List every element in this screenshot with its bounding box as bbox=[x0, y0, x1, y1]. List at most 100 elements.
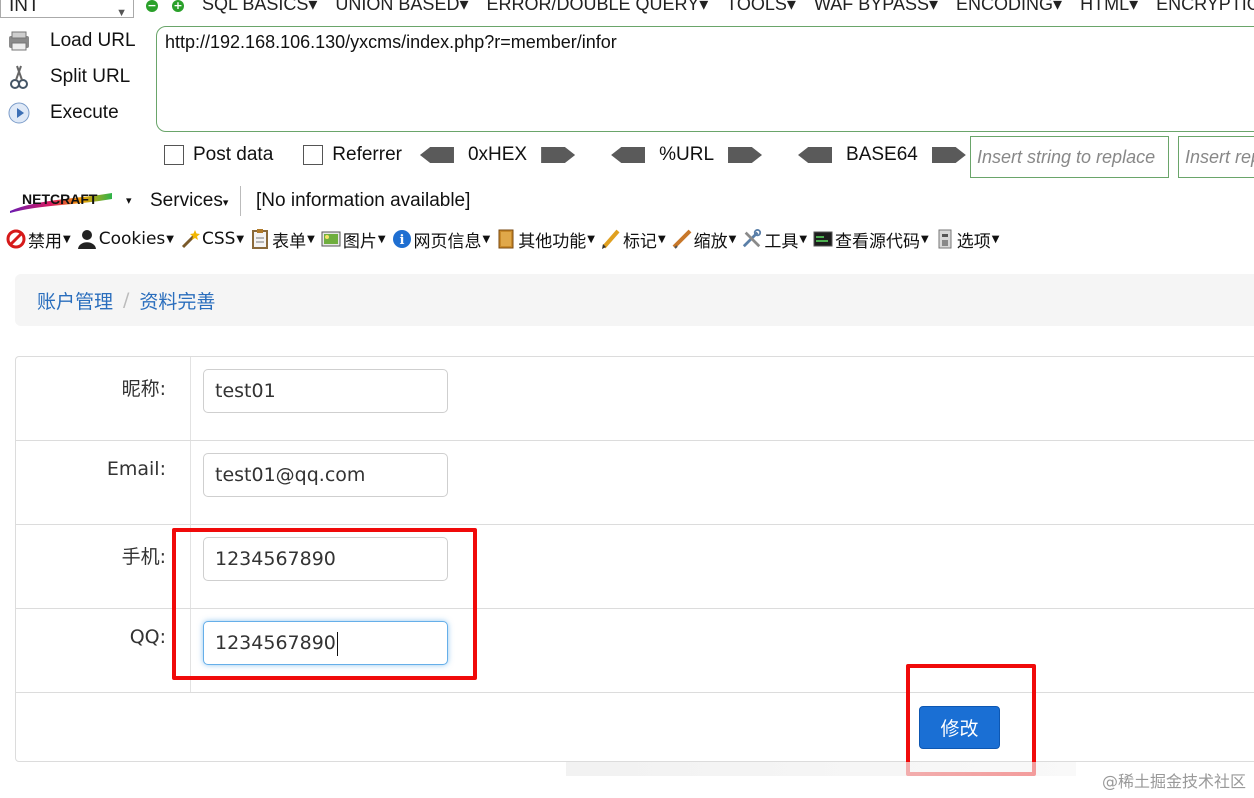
menu-union-based[interactable]: UNION BASED▾ bbox=[335, 0, 468, 15]
load-url-label: Load URL bbox=[50, 30, 136, 51]
chevron-down-icon: ▼ bbox=[307, 233, 315, 245]
devbar-misc-label: 其他功能 bbox=[518, 231, 587, 252]
devbar-css-label: CSS bbox=[201, 229, 236, 249]
devbar-tools-menu[interactable]: 工具 ▼ bbox=[742, 227, 807, 252]
base64-encode-arrow-icon[interactable] bbox=[931, 147, 966, 163]
menu-tools[interactable]: TOOLS▾ bbox=[726, 0, 796, 15]
devbar-info-label: 网页信息 bbox=[413, 231, 482, 252]
devbar-tools-label: 工具 bbox=[764, 231, 799, 252]
forbidden-icon bbox=[6, 229, 26, 249]
referrer-label: Referrer bbox=[332, 144, 402, 165]
chevron-down-icon: ▼ bbox=[116, 7, 127, 19]
devbar-disable-menu[interactable]: 禁用 ▼ bbox=[6, 227, 71, 252]
options-icon bbox=[935, 229, 955, 249]
netcraft-logo-icon[interactable]: NETCRAFT bbox=[8, 189, 116, 213]
devbar-outline-label: 标记 bbox=[622, 231, 657, 252]
phone-label: 手机: bbox=[16, 525, 191, 608]
nickname-input[interactable]: test01 bbox=[203, 369, 448, 413]
tools-icon bbox=[742, 229, 762, 249]
chevron-down-icon: ▼ bbox=[587, 233, 595, 245]
nickname-value: test01 bbox=[215, 380, 276, 402]
menu-error-double-query[interactable]: ERROR/DOUBLE QUERY▾ bbox=[486, 0, 708, 15]
menu-sql-basics[interactable]: SQL BASICS▾ bbox=[202, 0, 317, 15]
pencil-icon bbox=[601, 229, 621, 249]
split-url-button[interactable]: Split URL bbox=[6, 64, 130, 90]
nickname-row: 昵称: test01 bbox=[16, 357, 1254, 441]
url-encoder: %URL bbox=[611, 144, 763, 166]
play-icon bbox=[6, 100, 32, 126]
info-icon: i bbox=[392, 229, 412, 249]
breadcrumb-account-link[interactable]: 账户管理 bbox=[37, 287, 113, 314]
hackbar-menu: SQL BASICS▾ UNION BASED▾ ERROR/DOUBLE QU… bbox=[202, 0, 1254, 15]
post-data-checkbox-box[interactable] bbox=[164, 145, 184, 165]
base64-decode-arrow-icon[interactable] bbox=[798, 147, 833, 163]
hackbar-panel: Load URL Split URL Execute http://192.16… bbox=[0, 20, 1254, 182]
devbar-css-menu[interactable]: CSS ▼ bbox=[180, 229, 244, 249]
load-url-button[interactable]: Load URL bbox=[6, 28, 136, 54]
url-value: http://192.168.106.130/yxcms/index.php?r… bbox=[165, 32, 617, 52]
wand-icon bbox=[180, 229, 200, 249]
email-row: Email: test01@qq.com bbox=[16, 441, 1254, 525]
devbar-misc-menu[interactable]: 其他功能 ▼ bbox=[496, 227, 595, 252]
email-input[interactable]: test01@qq.com bbox=[203, 453, 448, 497]
replace-string-input[interactable]: Insert string to replace bbox=[970, 136, 1169, 178]
injection-type-select[interactable]: INT ▼ bbox=[0, 0, 134, 19]
execute-label: Execute bbox=[50, 102, 119, 123]
chevron-down-icon: ▼ bbox=[482, 233, 491, 245]
menu-html[interactable]: HTML▾ bbox=[1080, 0, 1138, 15]
menu-encoding[interactable]: ENCODING▾ bbox=[956, 0, 1062, 15]
devbar-images-menu[interactable]: 图片 ▼ bbox=[321, 227, 386, 252]
referrer-checkbox[interactable]: Referrer bbox=[303, 144, 402, 166]
base64-label: BASE64 bbox=[846, 144, 918, 165]
image-icon bbox=[321, 229, 341, 249]
chevron-down-icon: ▼ bbox=[377, 233, 386, 245]
email-value: test01@qq.com bbox=[215, 464, 366, 486]
post-data-checkbox[interactable]: Post data bbox=[164, 144, 273, 166]
post-data-label: Post data bbox=[193, 144, 274, 165]
base64-encoder: BASE64 bbox=[798, 144, 966, 166]
replace-string-placeholder: Insert string to replace bbox=[977, 147, 1156, 167]
devbar-options-menu[interactable]: 选项 ▼ bbox=[935, 227, 999, 252]
replacing-string-input[interactable]: Insert replacing string bbox=[1178, 136, 1254, 178]
devbar-resize-menu[interactable]: 缩放 ▼ bbox=[672, 227, 736, 252]
url-enc-label: %URL bbox=[659, 144, 715, 165]
execute-button[interactable]: Execute bbox=[6, 100, 119, 126]
plus-icon[interactable]: + bbox=[172, 0, 184, 12]
netcraft-dropdown-icon[interactable]: ▾ bbox=[126, 194, 132, 207]
scissors-icon bbox=[6, 64, 32, 90]
netcraft-logo-text: NETCRAFT bbox=[22, 191, 98, 207]
menu-encryption[interactable]: ENCRYPTION▾ bbox=[1156, 0, 1254, 15]
devbar-info-menu[interactable]: i 网页信息 ▼ bbox=[392, 227, 491, 252]
hex-encoder: 0xHEX bbox=[419, 144, 576, 166]
user-icon bbox=[77, 229, 97, 249]
hackbar-menu-strip: INT ▼ − + SQL BASICS▾ UNION BASED▾ ERROR… bbox=[0, 0, 1254, 20]
devbar-disable-label: 禁用 bbox=[28, 231, 62, 252]
devbar-resize-label: 缩放 bbox=[693, 231, 728, 252]
minus-icon[interactable]: − bbox=[146, 0, 158, 12]
nickname-label: 昵称: bbox=[16, 357, 191, 440]
url-textarea[interactable]: http://192.168.106.130/yxcms/index.php?r… bbox=[156, 26, 1254, 132]
netcraft-site-info: [No information available] bbox=[256, 190, 471, 211]
watermark: @稀土掘金技术社区 bbox=[1101, 772, 1246, 791]
devbar-forms-menu[interactable]: 表单 ▼ bbox=[250, 227, 315, 252]
hex-encode-arrow-icon[interactable] bbox=[541, 147, 576, 163]
hex-label: 0xHEX bbox=[467, 144, 528, 165]
referrer-checkbox-box[interactable] bbox=[303, 145, 324, 165]
menu-waf-bypass[interactable]: WAF BYPASS▾ bbox=[814, 0, 938, 15]
hackbar-options: Post data Referrer 0xHEX %URL BASE64 bbox=[164, 144, 966, 166]
chevron-down-icon: ▾ bbox=[222, 197, 229, 209]
netcraft-toolbar: NETCRAFT ▾ Services▾ [No information ava… bbox=[0, 182, 1254, 220]
url-decode-arrow-icon[interactable] bbox=[611, 147, 646, 163]
hex-decode-arrow-icon[interactable] bbox=[419, 147, 454, 163]
devbar-view-source-menu[interactable]: 查看源代码 ▼ bbox=[813, 227, 929, 252]
chevron-down-icon: ▼ bbox=[166, 233, 174, 245]
devbar-outline-menu[interactable]: 标记 ▼ bbox=[601, 227, 666, 252]
chevron-down-icon: ▼ bbox=[657, 233, 666, 245]
breadcrumb-current-link[interactable]: 资料完善 bbox=[139, 287, 215, 314]
devbar-cookies-menu[interactable]: Cookies ▼ bbox=[77, 229, 174, 249]
devbar-images-label: 图片 bbox=[342, 231, 377, 252]
replacing-string-placeholder: Insert replacing string bbox=[1185, 147, 1254, 167]
devbar-cookies-label: Cookies bbox=[98, 229, 166, 249]
url-encode-arrow-icon[interactable] bbox=[728, 147, 763, 163]
netcraft-services-menu[interactable]: Services▾ bbox=[150, 190, 228, 212]
